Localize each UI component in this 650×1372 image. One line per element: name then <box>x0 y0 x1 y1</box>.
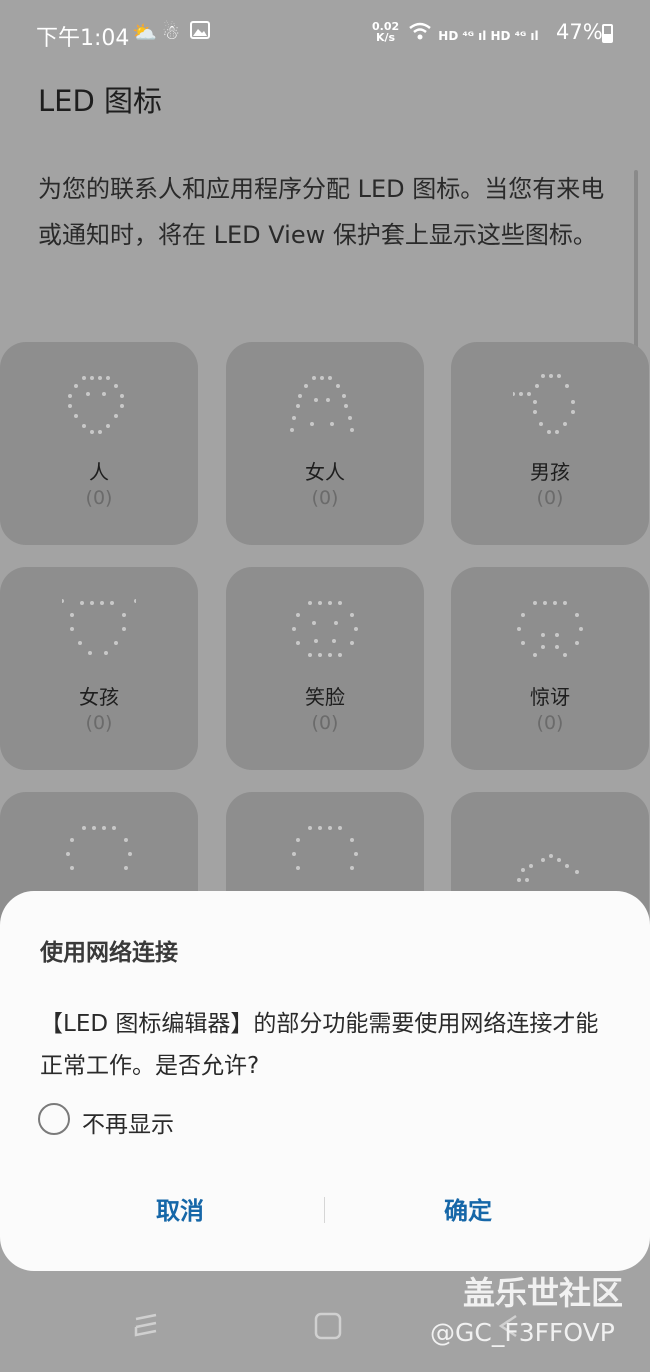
tile-label: 女孩 <box>79 685 119 709</box>
weather-icon: ⛅ <box>132 20 157 44</box>
tile-label: 人 <box>89 460 109 484</box>
recents-icon[interactable] <box>132 1312 160 1347</box>
dont-show-again-label[interactable]: 不再显示 <box>82 1105 174 1139</box>
led-icon <box>292 826 358 870</box>
status-bar: 下午1:04 ⛅ ☃ 0.02 K/s HD ⁴ᴳ ıl HD ⁴ᴳ ıl 47… <box>0 0 650 68</box>
icon-tile-smiley[interactable]: 笑脸 (0) <box>226 567 424 770</box>
dialog-message: 【LED 图标编辑器】的部分功能需要使用网络连接才能正常工作。是否允许? <box>40 1011 599 1079</box>
boy-led-icon <box>513 374 575 434</box>
icon-tile-woman[interactable]: 女人 (0) <box>226 342 424 545</box>
network-permission-dialog: 使用网络连接 【LED 图标编辑器】的部分功能需要使用网络连接才能正常工作。是否… <box>0 891 650 1271</box>
tile-count: (0) <box>536 712 564 734</box>
cancel-button[interactable]: 取消 <box>80 1191 280 1226</box>
tile-count: (0) <box>311 712 339 734</box>
tile-count: (0) <box>536 487 564 509</box>
smiley-led-icon <box>292 601 358 657</box>
girl-led-icon <box>62 599 136 655</box>
page-description: 为您的联系人和应用程序分配 LED 图标。当您有来电或通知时，将在 LED Vi… <box>38 175 605 249</box>
led-icon <box>66 826 132 870</box>
tile-label: 男孩 <box>530 460 570 484</box>
icon-tile-surprised[interactable]: 惊讶 (0) <box>451 567 649 770</box>
battery-level <box>604 33 611 41</box>
tile-label: 笑脸 <box>305 685 345 709</box>
image-icon <box>190 20 210 44</box>
button-divider <box>324 1197 325 1223</box>
dont-show-again-checkbox[interactable] <box>38 1103 70 1135</box>
tile-count: (0) <box>85 712 113 734</box>
page-title: LED 图标 <box>38 84 163 118</box>
app-icon: ☃ <box>162 20 180 44</box>
clock: 下午1:04 <box>36 26 130 51</box>
signal-indicators: HD ⁴ᴳ ıl HD ⁴ᴳ ıl <box>408 22 539 45</box>
battery-percent: 47% <box>556 20 603 44</box>
home-icon[interactable] <box>314 1312 342 1348</box>
led-icon <box>517 854 579 882</box>
watermark: 盖乐世社区 <box>463 1274 624 1312</box>
tile-count: (0) <box>311 487 339 509</box>
tile-label: 惊讶 <box>530 685 570 709</box>
tile-label: 女人 <box>305 460 345 484</box>
watermark-handle: @GC_F3FFOVP <box>430 1318 615 1347</box>
icon-tile-person[interactable]: 人 (0) <box>0 342 198 545</box>
battery-icon <box>602 24 613 43</box>
network-speed: 0.02 K/s <box>372 21 399 43</box>
surprised-led-icon <box>517 601 583 657</box>
woman-led-icon <box>290 376 354 432</box>
dialog-title: 使用网络连接 <box>40 940 178 966</box>
icon-tile-girl[interactable]: 女孩 (0) <box>0 567 198 770</box>
confirm-button[interactable]: 确定 <box>368 1191 568 1226</box>
net-speed-unit: K/s <box>376 31 396 44</box>
wifi-icon <box>408 22 438 45</box>
signal-text: HD ⁴ᴳ ıl HD ⁴ᴳ ıl <box>438 29 539 43</box>
person-led-icon <box>68 376 124 434</box>
icon-tile-boy[interactable]: 男孩 (0) <box>451 342 649 545</box>
tile-count: (0) <box>85 487 113 509</box>
